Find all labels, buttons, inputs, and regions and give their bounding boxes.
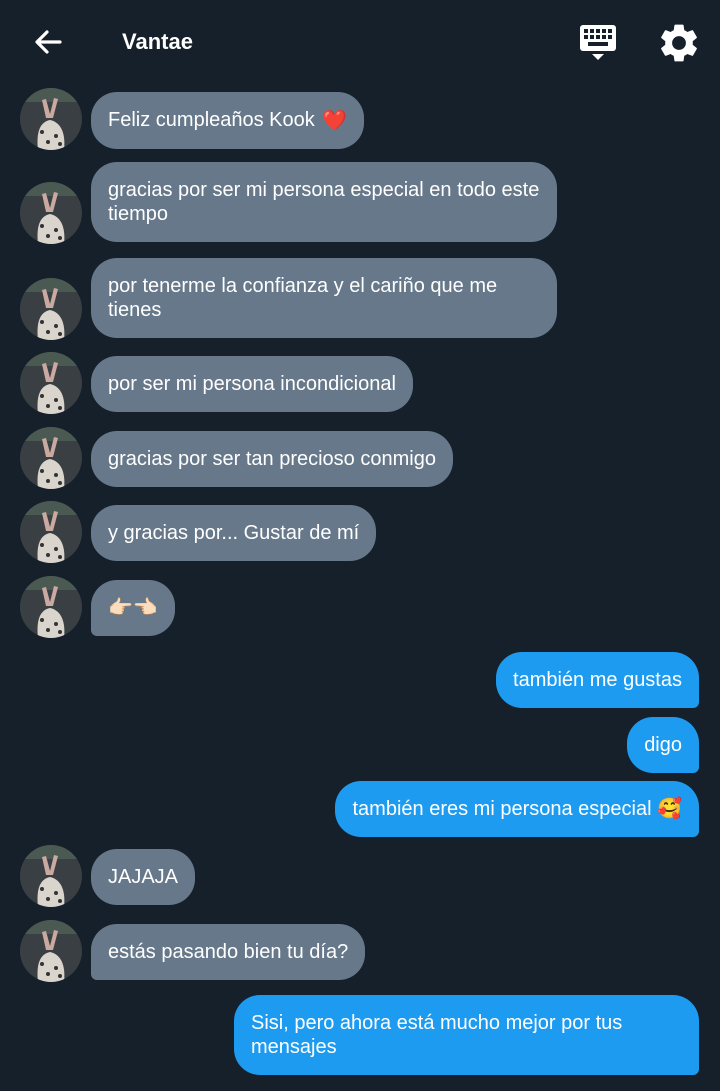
message-bubble-incoming[interactable]: por tenerme la confianza y el cariño que… [91,258,557,338]
profile-photo-icon [20,427,82,489]
message-bubble-incoming[interactable]: gracias por ser tan precioso conmigo [91,431,453,487]
avatar[interactable] [20,576,82,638]
message-text: Sisi, pero ahora está mucho mejor por tu… [251,1012,623,1058]
profile-photo-icon [20,845,82,907]
arrow-left-icon [35,30,62,54]
message-text: por tenerme la confianza y el cariño que… [108,275,498,321]
keyboard-icon [580,25,616,60]
profile-photo-icon [20,501,82,563]
message-text: también eres mi persona especial 🥰 [352,798,682,820]
message-text: estás pasando bien tu día? [108,941,349,963]
message-text: gracias por ser tan precioso conmigo [108,448,436,470]
message-bubble-outgoing[interactable]: también eres mi persona especial 🥰 [335,781,699,837]
avatar[interactable] [20,88,82,150]
message-bubble-incoming[interactable]: Feliz cumpleaños Kook ❤️ [91,92,365,149]
message-bubble-outgoing[interactable]: también me gustas [496,652,699,708]
profile-photo-icon [20,278,82,340]
message-text: también me gustas [513,669,682,691]
message-bubble-outgoing[interactable]: digo [627,717,699,773]
message-text: digo [644,734,682,756]
message-text: 👉🏻👈🏻 [108,597,158,619]
message-text: JAJAJA [108,866,179,888]
avatar[interactable] [20,920,82,982]
avatar[interactable] [20,427,82,489]
message-bubble-incoming[interactable]: y gracias por... Gustar de mí [91,505,377,561]
avatar[interactable] [20,278,82,340]
keyboard-toggle-button[interactable] [576,22,620,64]
message-text: gracias por ser mi persona especial en t… [108,179,540,225]
heart-emoji: ❤️ [322,110,348,132]
avatar[interactable] [20,845,82,907]
profile-photo-icon [20,576,82,638]
avatar[interactable] [20,182,82,244]
message-bubble-incoming[interactable]: gracias por ser mi persona especial en t… [91,162,557,242]
back-button[interactable] [28,22,68,62]
message-bubble-incoming[interactable]: JAJAJA [91,849,196,905]
gear-icon [661,24,697,62]
profile-photo-icon [20,920,82,982]
message-bubble-incoming[interactable]: por ser mi persona incondicional [91,356,413,412]
conversation-title[interactable]: Vantae [122,26,193,58]
message-bubble-outgoing[interactable]: Sisi, pero ahora está mucho mejor por tu… [234,995,699,1075]
message-text: Feliz cumpleaños Kook [108,109,315,131]
message-bubble-incoming[interactable]: 👉🏻👈🏻 [91,580,175,636]
settings-button[interactable] [656,20,702,66]
message-text: y gracias por... Gustar de mí [108,522,360,544]
conversation-header: Vantae [0,0,720,84]
dm-conversation-screen: Vantae Feliz cumpleaños Kook ❤️ gracias … [0,0,720,1091]
profile-photo-icon [20,182,82,244]
message-bubble-incoming[interactable]: estás pasando bien tu día? [91,924,366,980]
avatar[interactable] [20,501,82,563]
message-text: por ser mi persona incondicional [108,373,396,395]
profile-photo-icon [20,352,82,414]
profile-photo-icon [20,88,82,150]
avatar[interactable] [20,352,82,414]
